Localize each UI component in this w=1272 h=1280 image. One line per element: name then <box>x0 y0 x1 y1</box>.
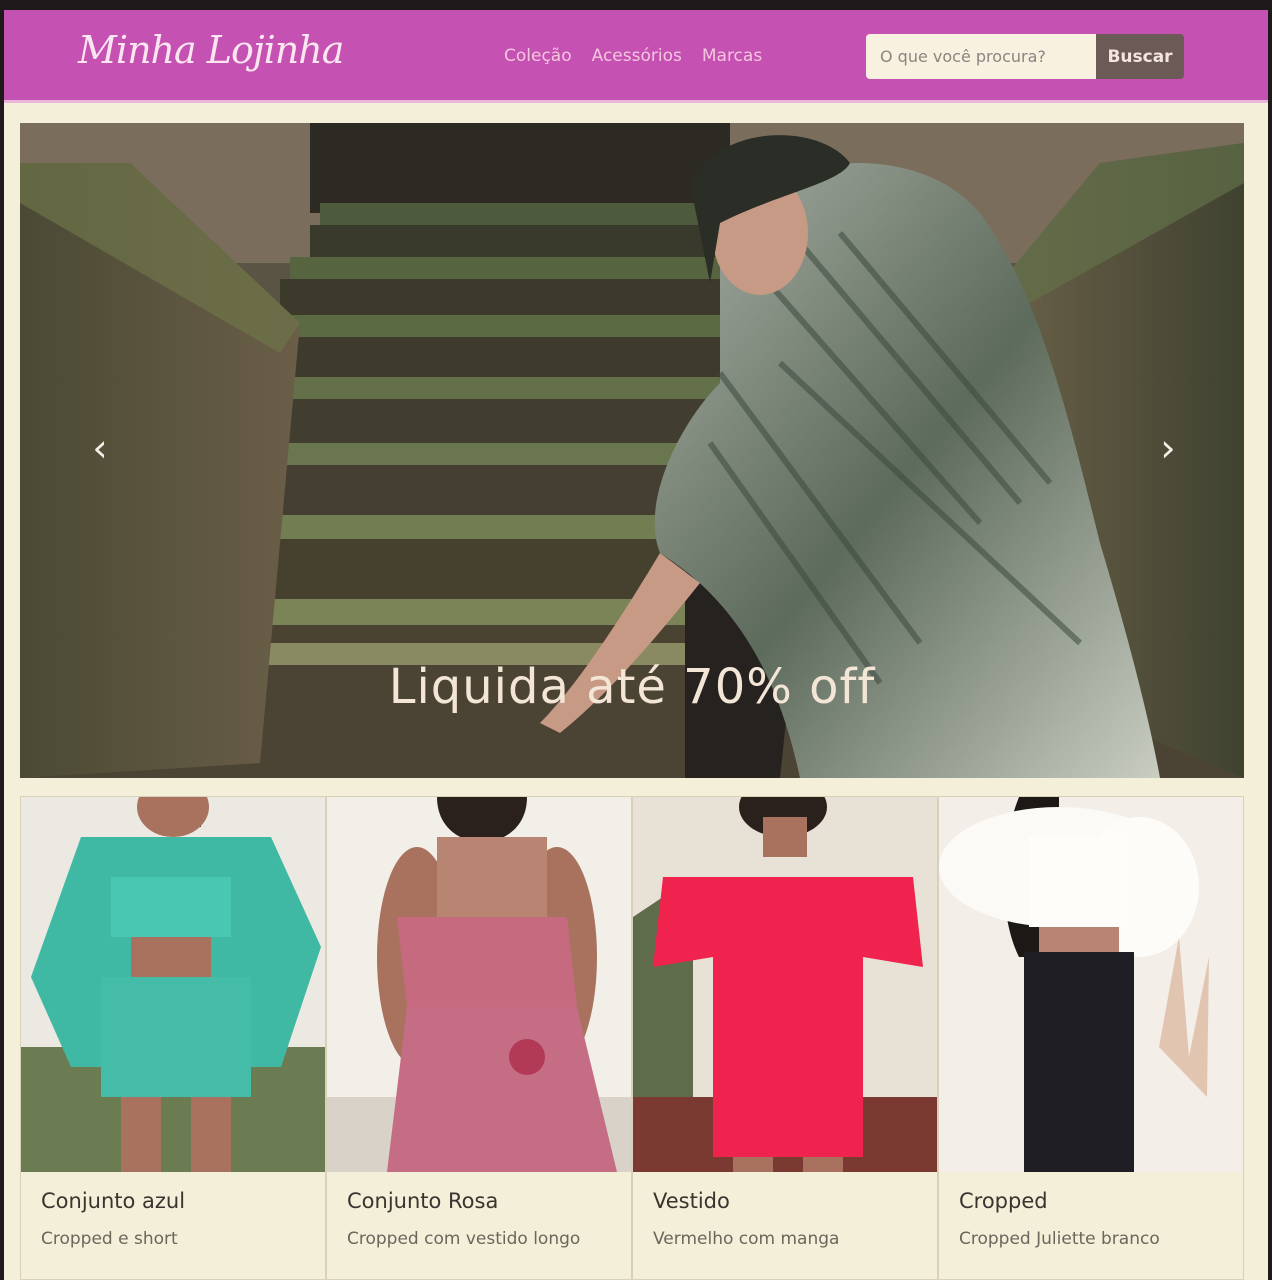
card-text: Cropped e short <box>41 1229 178 1249</box>
hero-carousel: ‹ › Liquida até 70% off <box>20 123 1244 778</box>
card-title: Vestido <box>653 1189 730 1213</box>
chevron-right-icon: › <box>1160 426 1176 470</box>
card-body: Conjunto azul Cropped e short <box>41 1189 185 1249</box>
product-card[interactable]: Conjunto azul Cropped e short <box>20 796 326 1280</box>
nav-link-colecao[interactable]: Coleção <box>504 46 572 66</box>
brand-logo[interactable]: Minha Lojinha <box>78 28 344 72</box>
product-card[interactable]: Cropped Cropped Juliette branco <box>938 796 1244 1280</box>
card-title: Cropped <box>959 1189 1048 1213</box>
carousel-next-button[interactable]: › <box>1148 423 1188 473</box>
navbar: Minha Lojinha Coleção Acessórios Marcas … <box>4 10 1268 103</box>
product-image <box>633 797 937 1172</box>
card-title: Conjunto azul <box>41 1189 186 1213</box>
carousel-prev-button[interactable]: ‹ <box>80 423 120 473</box>
nav-link-acessorios[interactable]: Acessórios <box>592 46 682 66</box>
product-card[interactable]: Vestido Vermelho com manga <box>632 796 938 1280</box>
search-button[interactable]: Buscar <box>1096 34 1184 79</box>
product-image <box>327 797 631 1172</box>
card-text: Cropped com vestido longo <box>347 1229 581 1249</box>
search-input[interactable] <box>866 34 1096 79</box>
product-image <box>939 797 1243 1172</box>
card-text: Cropped Juliette branco <box>959 1229 1160 1249</box>
card-body: Conjunto Rosa Cropped com vestido longo <box>347 1189 580 1249</box>
product-image <box>21 797 325 1172</box>
card-title: Conjunto Rosa <box>347 1189 499 1213</box>
card-body: Cropped Cropped Juliette branco <box>959 1189 1160 1249</box>
chevron-left-icon: ‹ <box>92 426 108 470</box>
nav-links: Coleção Acessórios Marcas <box>504 46 762 66</box>
card-body: Vestido Vermelho com manga <box>653 1189 839 1249</box>
nav-link-marcas[interactable]: Marcas <box>702 46 762 66</box>
card-text: Vermelho com manga <box>653 1229 840 1249</box>
product-cards: Conjunto azul Cropped e short Conjunto R… <box>20 796 1244 1280</box>
browser-viewport: Minha Lojinha Coleção Acessórios Marcas … <box>4 10 1268 1280</box>
product-card[interactable]: Conjunto Rosa Cropped com vestido longo <box>326 796 632 1280</box>
search-form: Buscar <box>866 34 1184 79</box>
carousel-caption: Liquida até 70% off <box>388 659 876 715</box>
